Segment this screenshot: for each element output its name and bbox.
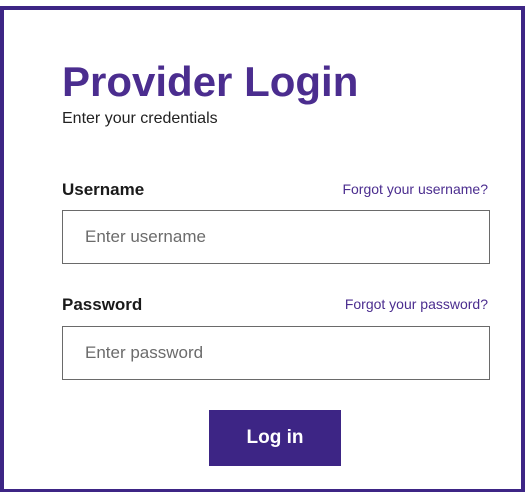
username-label: Username [62,180,145,199]
login-card: Provider Login Enter your credentials Us… [0,6,525,492]
forgot-username-link[interactable]: Forgot your username? [342,179,488,199]
page-title: Provider Login [62,58,359,105]
password-input[interactable] [62,326,490,380]
page-subtitle: Enter your credentials [62,110,218,127]
username-input[interactable] [62,210,490,264]
login-button[interactable]: Log in [209,410,341,466]
forgot-password-link[interactable]: Forgot your password? [345,294,488,314]
password-label: Password [62,295,143,314]
